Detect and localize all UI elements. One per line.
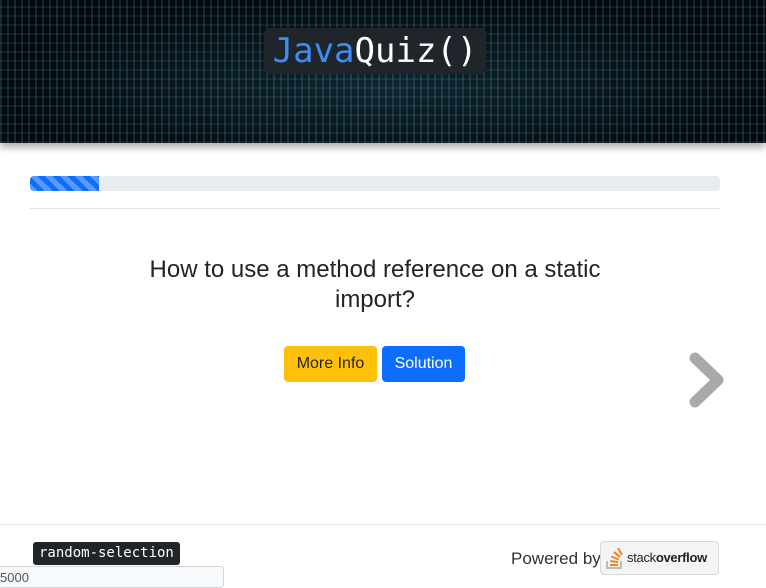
stackoverflow-wordmark: stackoverflow [627, 550, 707, 565]
stackoverflow-wordmark-stack: stack [627, 550, 656, 565]
powered-by-text: Powered by [511, 549, 601, 568]
more-info-button[interactable]: More Info [284, 346, 377, 382]
logo-java-text: Java [272, 31, 355, 71]
logo-quiz-text: Quiz() [354, 31, 478, 71]
header-banner: JavaQuiz() [0, 0, 766, 143]
divider-bottom [0, 524, 766, 525]
stackoverflow-icon [606, 548, 623, 569]
mode-tag: random-selection [33, 542, 180, 565]
app-logo[interactable]: JavaQuiz() [264, 28, 486, 74]
stackoverflow-logo[interactable]: stackoverflow [600, 541, 719, 575]
question-text: How to use a method reference on a stati… [149, 256, 601, 313]
chevron-right-icon [689, 352, 724, 408]
stackoverflow-wordmark-overflow: overflow [655, 550, 707, 565]
next-question-button[interactable] [688, 352, 728, 408]
progress-bar-fill [30, 176, 99, 191]
divider-top [30, 208, 720, 209]
quiz-progress-bar [30, 176, 720, 191]
seed-input[interactable] [0, 566, 224, 588]
solution-button[interactable]: Solution [382, 346, 465, 382]
